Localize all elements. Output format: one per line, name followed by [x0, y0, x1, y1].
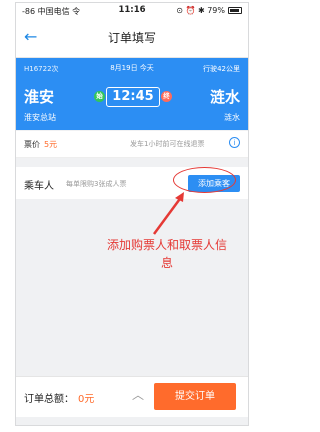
total-label: 订单总额：: [24, 394, 74, 405]
departure-station: 淮安总站: [24, 113, 56, 122]
train-duration: 行驶42公里: [203, 65, 240, 73]
passenger-label: 乘车人: [24, 181, 54, 192]
refund-note: 发车1小时前可在线退票: [130, 140, 205, 148]
phone-screen: -86 中国电信 令 11:16 ⊙ ⏰ ✱ 79% ← 订单填写 H16722…: [15, 2, 249, 426]
departure-time: 12:45: [106, 87, 160, 107]
train-info-card: H16722次 8月19日 今天 行驶42公里 淮安 涟水 始 12:45 终 …: [16, 58, 248, 130]
status-icons: ⊙ ⏰ ✱ 79%: [176, 6, 242, 15]
info-icon[interactable]: i: [229, 137, 240, 148]
arrival-station: 涟水: [224, 113, 240, 122]
status-bar: -86 中国电信 令 11:16 ⊙ ⏰ ✱ 79%: [16, 3, 248, 19]
arrival-city: 涟水: [209, 88, 240, 106]
annotation-text: 添加购票人和取票人信息: [107, 238, 228, 270]
page-title: 订单填写: [107, 31, 156, 45]
fare-value: 5元: [44, 140, 58, 149]
bottom-bar: 订单总额： 0元 ︿ 提交订单: [16, 376, 248, 417]
fare-label: 票价: [24, 140, 40, 149]
nav-bar: ← 订单填写: [16, 19, 248, 58]
departure-time-box: 始 12:45 终: [94, 87, 172, 107]
submit-order-button[interactable]: 提交订单: [154, 383, 236, 410]
battery-icon: [228, 7, 242, 14]
status-icons-label: ⊙ ⏰ ✱ 79%: [176, 6, 225, 15]
fare-row: 票价 5元 发车1小时前可在线退票 i: [16, 131, 248, 158]
expand-up-icon[interactable]: ︿: [132, 386, 144, 403]
annotation-arrow-icon: [152, 192, 184, 235]
start-tag-icon: 始: [94, 91, 105, 102]
departure-city: 淮安: [24, 88, 55, 106]
end-tag-icon: 终: [161, 91, 172, 102]
total-amount: 0元: [78, 394, 95, 405]
passenger-limit-hint: 每单限购3张成人票: [66, 180, 127, 188]
